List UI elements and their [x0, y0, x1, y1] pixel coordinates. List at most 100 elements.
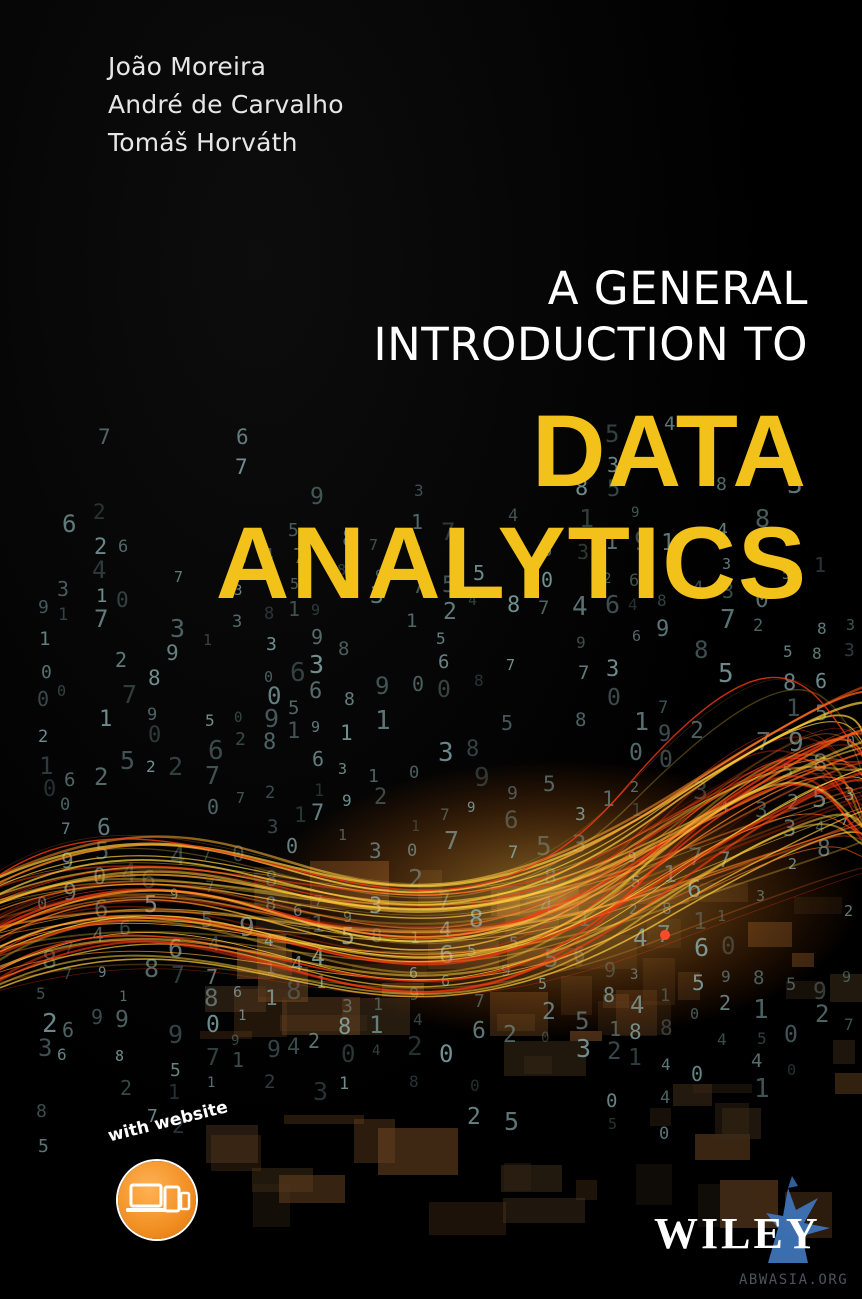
svg-text:2: 2 [115, 648, 127, 672]
devices-icon [126, 1183, 191, 1213]
svg-text:1: 1 [265, 986, 278, 1010]
svg-text:9: 9 [342, 791, 352, 810]
svg-text:6: 6 [632, 627, 641, 645]
svg-text:0: 0 [234, 710, 242, 726]
svg-text:4: 4 [287, 1035, 300, 1060]
svg-text:5: 5 [436, 629, 446, 648]
svg-text:1: 1 [294, 803, 307, 827]
svg-text:0: 0 [721, 932, 735, 960]
svg-text:2: 2 [38, 727, 48, 747]
svg-text:1: 1 [628, 1045, 642, 1071]
svg-text:1: 1 [39, 752, 53, 780]
svg-text:5: 5 [120, 746, 135, 775]
subtitle-line-2: INTRODUCTION TO [373, 318, 808, 371]
svg-text:8: 8 [338, 638, 349, 660]
svg-text:2: 2 [94, 763, 108, 791]
svg-text:9: 9 [467, 800, 475, 816]
svg-text:9: 9 [115, 1007, 129, 1033]
svg-text:8: 8 [474, 671, 484, 690]
svg-text:6: 6 [118, 537, 128, 557]
svg-text:1: 1 [634, 707, 649, 736]
svg-text:1: 1 [339, 1074, 349, 1094]
svg-text:7: 7 [578, 662, 589, 684]
svg-text:6: 6 [815, 669, 827, 693]
publisher-logo: WILEY [654, 1209, 821, 1258]
svg-text:9: 9 [267, 1037, 281, 1063]
svg-text:8: 8 [783, 671, 796, 696]
author-1: João Moreira [108, 52, 267, 81]
svg-text:0: 0 [470, 1076, 480, 1095]
svg-text:1: 1 [340, 721, 353, 745]
svg-text:3: 3 [313, 1077, 328, 1106]
svg-text:3: 3 [844, 640, 855, 661]
svg-text:5: 5 [575, 1007, 589, 1035]
svg-text:5: 5 [786, 975, 796, 995]
svg-text:1: 1 [238, 1008, 246, 1024]
svg-text:8: 8 [36, 1101, 47, 1122]
svg-text:8: 8 [817, 619, 827, 638]
svg-text:1: 1 [168, 1080, 180, 1104]
svg-text:4: 4 [630, 991, 644, 1019]
svg-text:5: 5 [501, 711, 513, 735]
svg-text:9: 9 [147, 705, 157, 725]
svg-text:8: 8 [115, 1047, 124, 1065]
subtitle-line-1: A GENERAL [547, 262, 808, 315]
svg-text:1: 1 [96, 585, 107, 607]
svg-text:6: 6 [62, 510, 76, 538]
svg-text:3: 3 [342, 996, 353, 1017]
svg-text:6: 6 [472, 1018, 486, 1044]
svg-text:8: 8 [603, 983, 615, 1007]
svg-text:2: 2 [168, 752, 183, 781]
svg-text:7: 7 [206, 1045, 220, 1071]
svg-text:2: 2 [542, 999, 556, 1025]
svg-text:6: 6 [312, 747, 324, 771]
svg-text:9: 9 [721, 967, 731, 986]
svg-text:5: 5 [757, 1029, 767, 1048]
svg-text:0: 0 [37, 687, 49, 711]
svg-text:0: 0 [60, 795, 70, 815]
svg-text:1: 1 [660, 986, 670, 1006]
svg-text:3: 3 [266, 634, 277, 655]
svg-text:4: 4 [92, 556, 106, 584]
svg-text:6: 6 [694, 933, 709, 962]
svg-text:7: 7 [98, 425, 111, 449]
svg-text:9: 9 [507, 783, 518, 804]
svg-text:4: 4 [413, 1010, 423, 1029]
svg-text:5: 5 [718, 659, 734, 689]
svg-text:0: 0 [43, 777, 56, 802]
svg-text:0: 0 [148, 723, 161, 748]
svg-text:2: 2 [120, 1076, 132, 1100]
svg-text:3: 3 [606, 657, 619, 682]
svg-text:0: 0 [659, 1124, 669, 1144]
svg-text:2: 2 [719, 991, 731, 1015]
svg-text:1: 1 [375, 706, 391, 736]
svg-text:1: 1 [338, 826, 347, 844]
svg-text:3: 3 [438, 738, 454, 768]
svg-text:8: 8 [148, 666, 161, 690]
svg-text:7: 7 [205, 761, 220, 790]
svg-text:8: 8 [812, 644, 822, 663]
svg-text:2: 2 [690, 718, 704, 744]
svg-text:6: 6 [64, 769, 75, 791]
svg-text:0: 0 [607, 685, 621, 711]
svg-text:1: 1 [368, 766, 379, 787]
svg-text:3: 3 [414, 481, 424, 500]
svg-text:3: 3 [309, 650, 324, 679]
svg-text:4: 4 [661, 1055, 671, 1074]
svg-text:3: 3 [267, 816, 278, 838]
svg-text:8: 8 [753, 967, 764, 989]
svg-text:7: 7 [844, 1015, 854, 1034]
svg-text:5: 5 [692, 971, 705, 995]
svg-text:7: 7 [311, 801, 324, 826]
svg-text:5: 5 [783, 642, 793, 661]
book-cover: 9100210085238563106079977667224171265064… [0, 0, 862, 1299]
svg-text:0: 0 [41, 662, 52, 683]
svg-text:5: 5 [36, 984, 46, 1003]
svg-text:0: 0 [409, 763, 419, 783]
svg-text:0: 0 [412, 672, 424, 696]
svg-text:8: 8 [338, 1015, 351, 1040]
watermark: ABWASIA.ORG [739, 1272, 849, 1288]
svg-text:6: 6 [57, 1045, 67, 1064]
svg-text:0: 0 [207, 795, 219, 819]
svg-text:7: 7 [236, 789, 245, 807]
